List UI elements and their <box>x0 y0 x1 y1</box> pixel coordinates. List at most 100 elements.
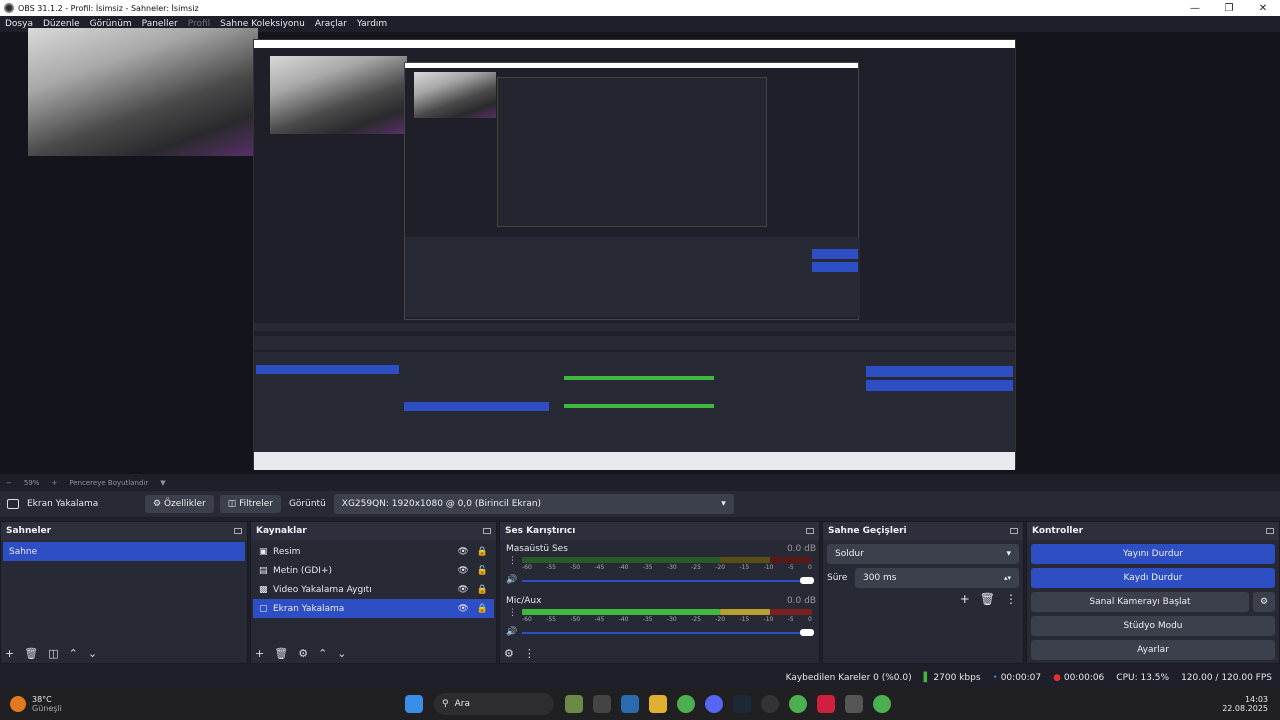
speaker-icon[interactable]: 🔊 <box>506 627 517 637</box>
close-button[interactable]: ✕ <box>1246 0 1280 16</box>
menu-tools[interactable]: Araçlar <box>310 19 352 29</box>
file-explorer-icon[interactable] <box>649 695 667 713</box>
eye-icon[interactable]: 👁 <box>457 585 468 595</box>
scenes-dock: Sahneler Sahne + 🗑 ◫ ⌃ ⌄ <box>0 521 248 664</box>
steam-icon[interactable] <box>733 695 751 713</box>
undock-icon[interactable] <box>483 528 491 534</box>
scene-transitions-dock: Sahne Geçişleri Soldur ▾ Süre 300 ms ▴▾ … <box>822 521 1024 664</box>
speaker-icon[interactable]: 🔊 <box>506 575 517 585</box>
duration-label: Süre <box>827 573 848 583</box>
volume-slider-handle[interactable] <box>800 629 814 636</box>
eye-icon[interactable]: 👁 <box>457 566 468 576</box>
transition-select[interactable]: Soldur ▾ <box>827 544 1019 564</box>
eye-icon[interactable]: 👁 <box>457 604 468 614</box>
zoom-in-button[interactable]: + <box>51 479 57 487</box>
move-down-icon[interactable]: ⌄ <box>337 647 346 660</box>
preview-canvas[interactable] <box>0 28 1280 474</box>
undock-icon[interactable] <box>1010 528 1018 534</box>
undock-icon[interactable] <box>1266 528 1274 534</box>
spin-arrows-icon[interactable]: ▴▾ <box>1004 574 1011 582</box>
trash-icon[interactable]: 🗑 <box>24 647 38 660</box>
trash-icon[interactable]: 🗑 <box>980 592 995 606</box>
gear-icon[interactable]: ⚙ <box>298 647 308 660</box>
filters-button[interactable]: ◫ Filtreler <box>219 495 281 513</box>
source-item[interactable]: ▣ Resim 👁 🔒 <box>253 542 494 561</box>
channel-menu-icon[interactable]: ⋮ <box>508 556 517 566</box>
lock-icon[interactable]: 🔓 <box>477 566 488 576</box>
undock-icon[interactable] <box>234 528 242 534</box>
app-icon[interactable] <box>817 695 835 713</box>
obs-icon[interactable] <box>761 695 779 713</box>
fit-to-window[interactable]: Pencereye Boyutlandır <box>69 479 148 487</box>
signal-icon: ▌ <box>923 673 931 683</box>
scene-item[interactable]: Sahne <box>3 542 245 561</box>
source-item[interactable]: ▩ Video Yakalama Aygıtı 👁 🔒 <box>253 580 494 599</box>
display-select[interactable]: XG259QN: 1920x1080 @ 0,0 (Birincil Ekran… <box>333 494 734 514</box>
volume-slider[interactable] <box>522 632 812 634</box>
lock-icon[interactable]: 🔒 <box>477 585 488 595</box>
trash-icon[interactable]: 🗑 <box>274 647 288 660</box>
audio-mixer-dock: Ses Karıştırıcı Masaüstü Ses 0.0 dB ⋮ -6… <box>499 521 820 664</box>
channel-db: 0.0 dB <box>786 596 816 606</box>
eye-icon[interactable]: 👁 <box>457 547 468 557</box>
chevron-down-icon[interactable]: ▼ <box>160 479 165 487</box>
discord-icon[interactable] <box>705 695 723 713</box>
cpu-usage: CPU: 13.5% <box>1116 673 1170 683</box>
mixer-menu-icon[interactable]: ⋮ <box>524 647 535 660</box>
display-label: Görüntü <box>288 499 326 509</box>
sources-title: Kaynaklar <box>256 526 307 536</box>
selected-source-name: Ekran Yakalama <box>27 499 99 509</box>
meter-scale: -60 -55 -50 -45 -40 -35 -30 -25 -20 -15 -10 -5 0 <box>522 616 812 623</box>
weather-widget[interactable]: 38°C Güneşli <box>10 695 130 713</box>
lock-icon[interactable]: 🔒 <box>477 547 488 557</box>
virtual-camera-settings-icon[interactable]: ⚙ <box>1253 592 1275 612</box>
source-item[interactable]: ▤ Metin (GDI+) 👁 🔓 <box>253 561 494 580</box>
source-item[interactable]: ▢ Ekran Yakalama 👁 🔒 <box>253 599 494 618</box>
widget-icon[interactable] <box>565 695 583 713</box>
obs-logo-icon <box>4 3 14 13</box>
add-icon[interactable]: + <box>960 592 970 606</box>
taskbar-search[interactable]: ⚲ Ara <box>434 693 554 715</box>
undock-icon[interactable] <box>806 528 814 534</box>
chrome-alt-icon[interactable] <box>873 695 891 713</box>
move-up-icon[interactable]: ⌃ <box>69 647 78 660</box>
channel-menu-icon[interactable]: ⋮ <box>508 608 517 618</box>
camera-icon: ▩ <box>259 584 268 595</box>
display-value: XG259QN: 1920x1080 @ 0,0 (Birincil Ekran… <box>341 499 542 509</box>
task-view-icon[interactable] <box>593 695 611 713</box>
minimize-button[interactable]: — <box>1178 0 1212 16</box>
volume-slider[interactable] <box>522 580 812 582</box>
stream-icon: • <box>992 673 998 683</box>
search-text: Ara <box>454 699 470 709</box>
status-bar: Kaybedilen Kareler 0 (%0.0) ▌ 2700 kbps … <box>0 668 1280 688</box>
notepad-icon[interactable] <box>845 695 863 713</box>
advanced-audio-icon[interactable]: ⚙ <box>504 647 514 660</box>
mixer-footer: ⚙ ⋮ <box>500 643 819 663</box>
monitor-icon <box>7 499 19 509</box>
zoom-out-button[interactable]: − <box>6 479 12 487</box>
properties-button[interactable]: ⚙ Özellikler <box>145 495 214 513</box>
move-down-icon[interactable]: ⌄ <box>88 647 97 660</box>
zoom-level[interactable]: 59% <box>24 479 40 487</box>
stop-recording-button[interactable]: Kaydı Durdur <box>1031 568 1275 588</box>
stream-time-value: 00:00:07 <box>1000 673 1042 683</box>
windows-start-icon[interactable] <box>405 695 423 713</box>
filter-icon[interactable]: ◫ <box>48 647 58 660</box>
chrome-icon[interactable] <box>677 695 695 713</box>
studio-mode-button[interactable]: Stüdyo Modu <box>1031 616 1275 636</box>
start-virtual-camera-button[interactable]: Sanal Kamerayı Başlat <box>1031 592 1249 612</box>
move-up-icon[interactable]: ⌃ <box>318 647 327 660</box>
stop-streaming-button[interactable]: Yayını Durdur <box>1031 544 1275 564</box>
settings-button[interactable]: Ayarlar <box>1031 640 1275 660</box>
menu-help[interactable]: Yardım <box>352 19 392 29</box>
maximize-button[interactable]: ❐ <box>1212 0 1246 16</box>
taskbar-clock[interactable]: 14:03 22.08.2025 <box>1222 695 1268 713</box>
lock-icon[interactable]: 🔒 <box>477 604 488 614</box>
add-icon[interactable]: + <box>255 647 264 660</box>
duration-spinbox[interactable]: 300 ms ▴▾ <box>855 568 1019 588</box>
store-icon[interactable] <box>621 695 639 713</box>
transition-menu-icon[interactable]: ⋮ <box>1005 592 1017 606</box>
add-icon[interactable]: + <box>5 647 14 660</box>
chrome-profile-icon[interactable] <box>789 695 807 713</box>
volume-slider-handle[interactable] <box>800 577 814 584</box>
